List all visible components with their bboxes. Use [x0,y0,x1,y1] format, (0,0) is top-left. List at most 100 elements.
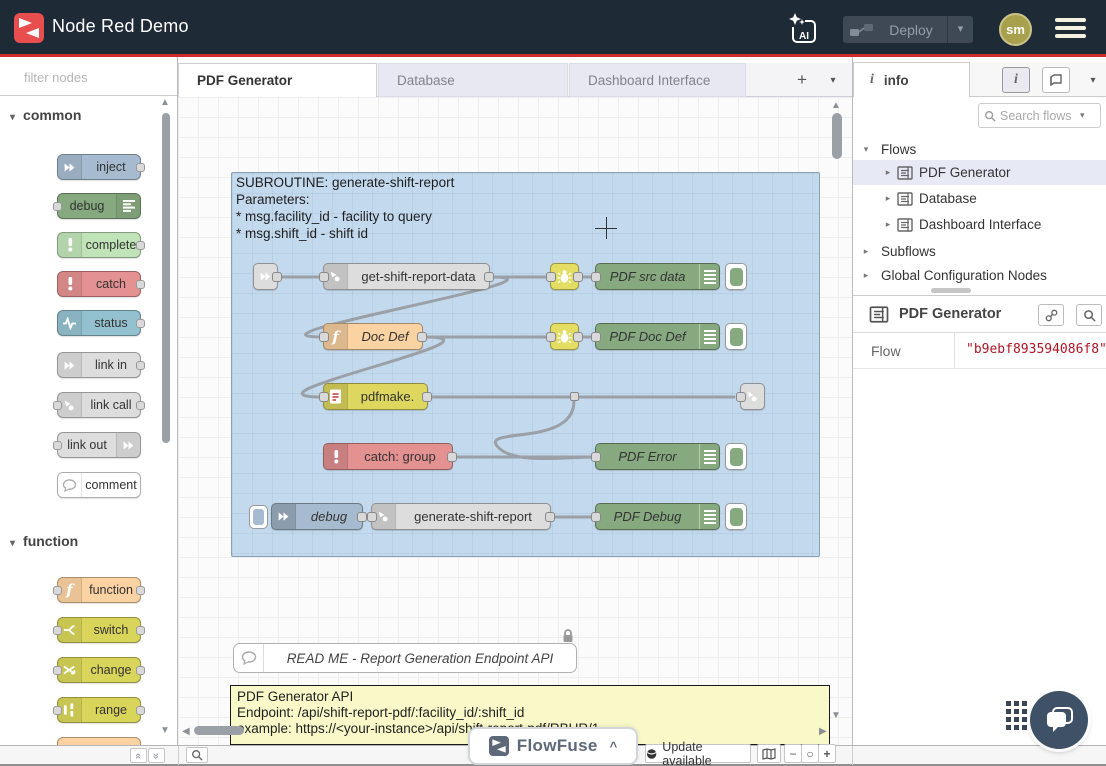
filter-nodes-input[interactable] [6,65,156,89]
debug-toggle-button[interactable] [725,503,747,530]
tab-dashboard-interface[interactable]: Dashboard Interface [569,63,746,97]
output-port[interactable] [136,361,145,370]
node-catch-group[interactable]: catch: group [323,443,453,470]
zoom-in-button[interactable]: + [818,744,836,763]
input-port[interactable] [53,706,62,715]
scroll-down-icon[interactable]: ▼ [831,710,841,721]
node-generate-shift-report[interactable]: generate-shift-report [371,503,551,530]
palette-scrollbar-thumb[interactable] [162,113,170,443]
caret-down-icon[interactable]: ▾ [1080,110,1085,121]
sidebar-info-button[interactable]: i [1002,67,1030,93]
node-pdf-error[interactable]: PDF Error [595,443,720,470]
canvas-hscroll-thumb[interactable] [194,726,244,735]
tree-global-config[interactable]: ▸ Global Configuration Nodes [853,263,1106,288]
tree-item-database[interactable]: ▸ Database [853,186,1106,211]
wire-junction[interactable] [570,392,579,401]
node-doc-def[interactable]: f Doc Def [323,323,423,350]
minimap-button[interactable] [757,744,781,763]
scroll-down-icon[interactable]: ▼ [160,725,170,736]
tree-subflows[interactable]: ▸ Subflows [853,239,1106,264]
output-port[interactable] [545,512,555,522]
output-port[interactable] [136,280,145,289]
search-flows-input[interactable] [1000,109,1076,123]
palette-node-change[interactable]: change [57,657,141,683]
node-debug-breakpoint[interactable] [550,323,579,350]
palette-node-inject[interactable]: inject [57,154,141,180]
scroll-right-icon[interactable]: ▶ [819,726,827,737]
output-port[interactable] [136,626,145,635]
input-port[interactable] [367,512,377,522]
palette-category-common[interactable]: ▾common [10,107,81,123]
zoom-out-button[interactable]: − [784,744,802,763]
input-port[interactable] [319,272,329,282]
palette-node-partial[interactable] [57,737,141,745]
output-port[interactable] [136,241,145,250]
chat-drag-handle[interactable] [1006,701,1028,737]
sidebar-help-button[interactable] [1042,67,1070,93]
input-port[interactable] [53,441,62,450]
search-flow-button[interactable] [1076,304,1102,326]
tab-pdf-generator[interactable]: PDF Generator [178,63,377,97]
palette-node-debug[interactable]: debug [57,193,141,219]
tab-list-caret-icon[interactable]: ▾ [823,71,843,91]
deploy-button[interactable]: Deploy ▾ [843,16,973,43]
canvas-vscroll-thumb[interactable] [832,113,842,159]
input-port[interactable] [591,452,601,462]
scroll-up-icon[interactable]: ▲ [160,97,170,108]
output-port[interactable] [136,319,145,328]
hamburger-menu-icon[interactable] [1055,18,1086,40]
input-port[interactable] [546,272,556,282]
update-available-button[interactable]: Update available [645,744,751,763]
output-port[interactable] [573,272,583,282]
input-port[interactable] [53,202,62,211]
output-port[interactable] [136,163,145,172]
input-port[interactable] [53,586,62,595]
flow-canvas[interactable]: SUBROUTINE: generate-shift-report Parame… [178,97,852,745]
palette-node-link-out[interactable]: link out [57,432,141,458]
palette-node-switch[interactable]: switch [57,617,141,643]
palette-node-range[interactable]: range [57,697,141,723]
node-pdf-doc-def[interactable]: PDF Doc Def [595,323,720,350]
tree-item-pdf-generator[interactable]: ▸ PDF Generator [853,160,1106,185]
inject-button[interactable] [249,505,268,529]
zoom-reset-button[interactable]: ○ [801,744,819,763]
input-port[interactable] [319,392,329,402]
output-port[interactable] [422,392,432,402]
palette-node-comment[interactable]: comment [57,472,141,498]
palette-category-function[interactable]: ▾function [10,533,78,549]
tree-flows[interactable]: ▾ Flows [853,137,1106,162]
add-tab-button[interactable]: + [790,68,814,92]
palette-node-link-call[interactable]: link call [57,392,141,418]
tab-database[interactable]: Database [378,63,568,97]
palette-collapse-all-button[interactable]: « [130,748,147,763]
input-port[interactable] [53,626,62,635]
palette-node-link-in[interactable]: link in [57,352,141,378]
output-port[interactable] [417,332,427,342]
input-port[interactable] [53,666,62,675]
debug-toggle-button[interactable] [725,323,747,350]
node-pdf-src-data[interactable]: PDF src data [595,263,720,290]
chat-widget-button[interactable] [1030,691,1088,749]
palette-expand-all-button[interactable]: « [148,748,165,763]
node-debug-breakpoint[interactable] [550,263,579,290]
output-port[interactable] [357,512,367,522]
input-port[interactable] [736,392,746,402]
output-port[interactable] [136,706,145,715]
palette-node-function[interactable]: f function [57,577,141,603]
tree-hscroll-thumb[interactable] [931,288,971,293]
debug-toggle-button[interactable] [725,443,747,470]
sidebar-menu-caret-icon[interactable]: ▾ [1079,67,1106,93]
node-link-in[interactable] [253,263,278,290]
node-link-out[interactable] [740,383,765,410]
output-port[interactable] [484,272,494,282]
output-port[interactable] [272,272,282,282]
user-avatar[interactable]: sm [999,13,1032,46]
node-inject-debug[interactable]: debug [271,503,363,530]
flowfuse-panel-toggle[interactable]: FlowFuse ^ [468,727,638,765]
output-port[interactable] [573,332,583,342]
search-flows-box[interactable]: ▾ [978,103,1101,128]
debug-toggle-button[interactable] [725,263,747,290]
node-pdf-debug[interactable]: PDF Debug [595,503,720,530]
output-port[interactable] [136,401,145,410]
deploy-caret-icon[interactable]: ▾ [947,16,973,43]
